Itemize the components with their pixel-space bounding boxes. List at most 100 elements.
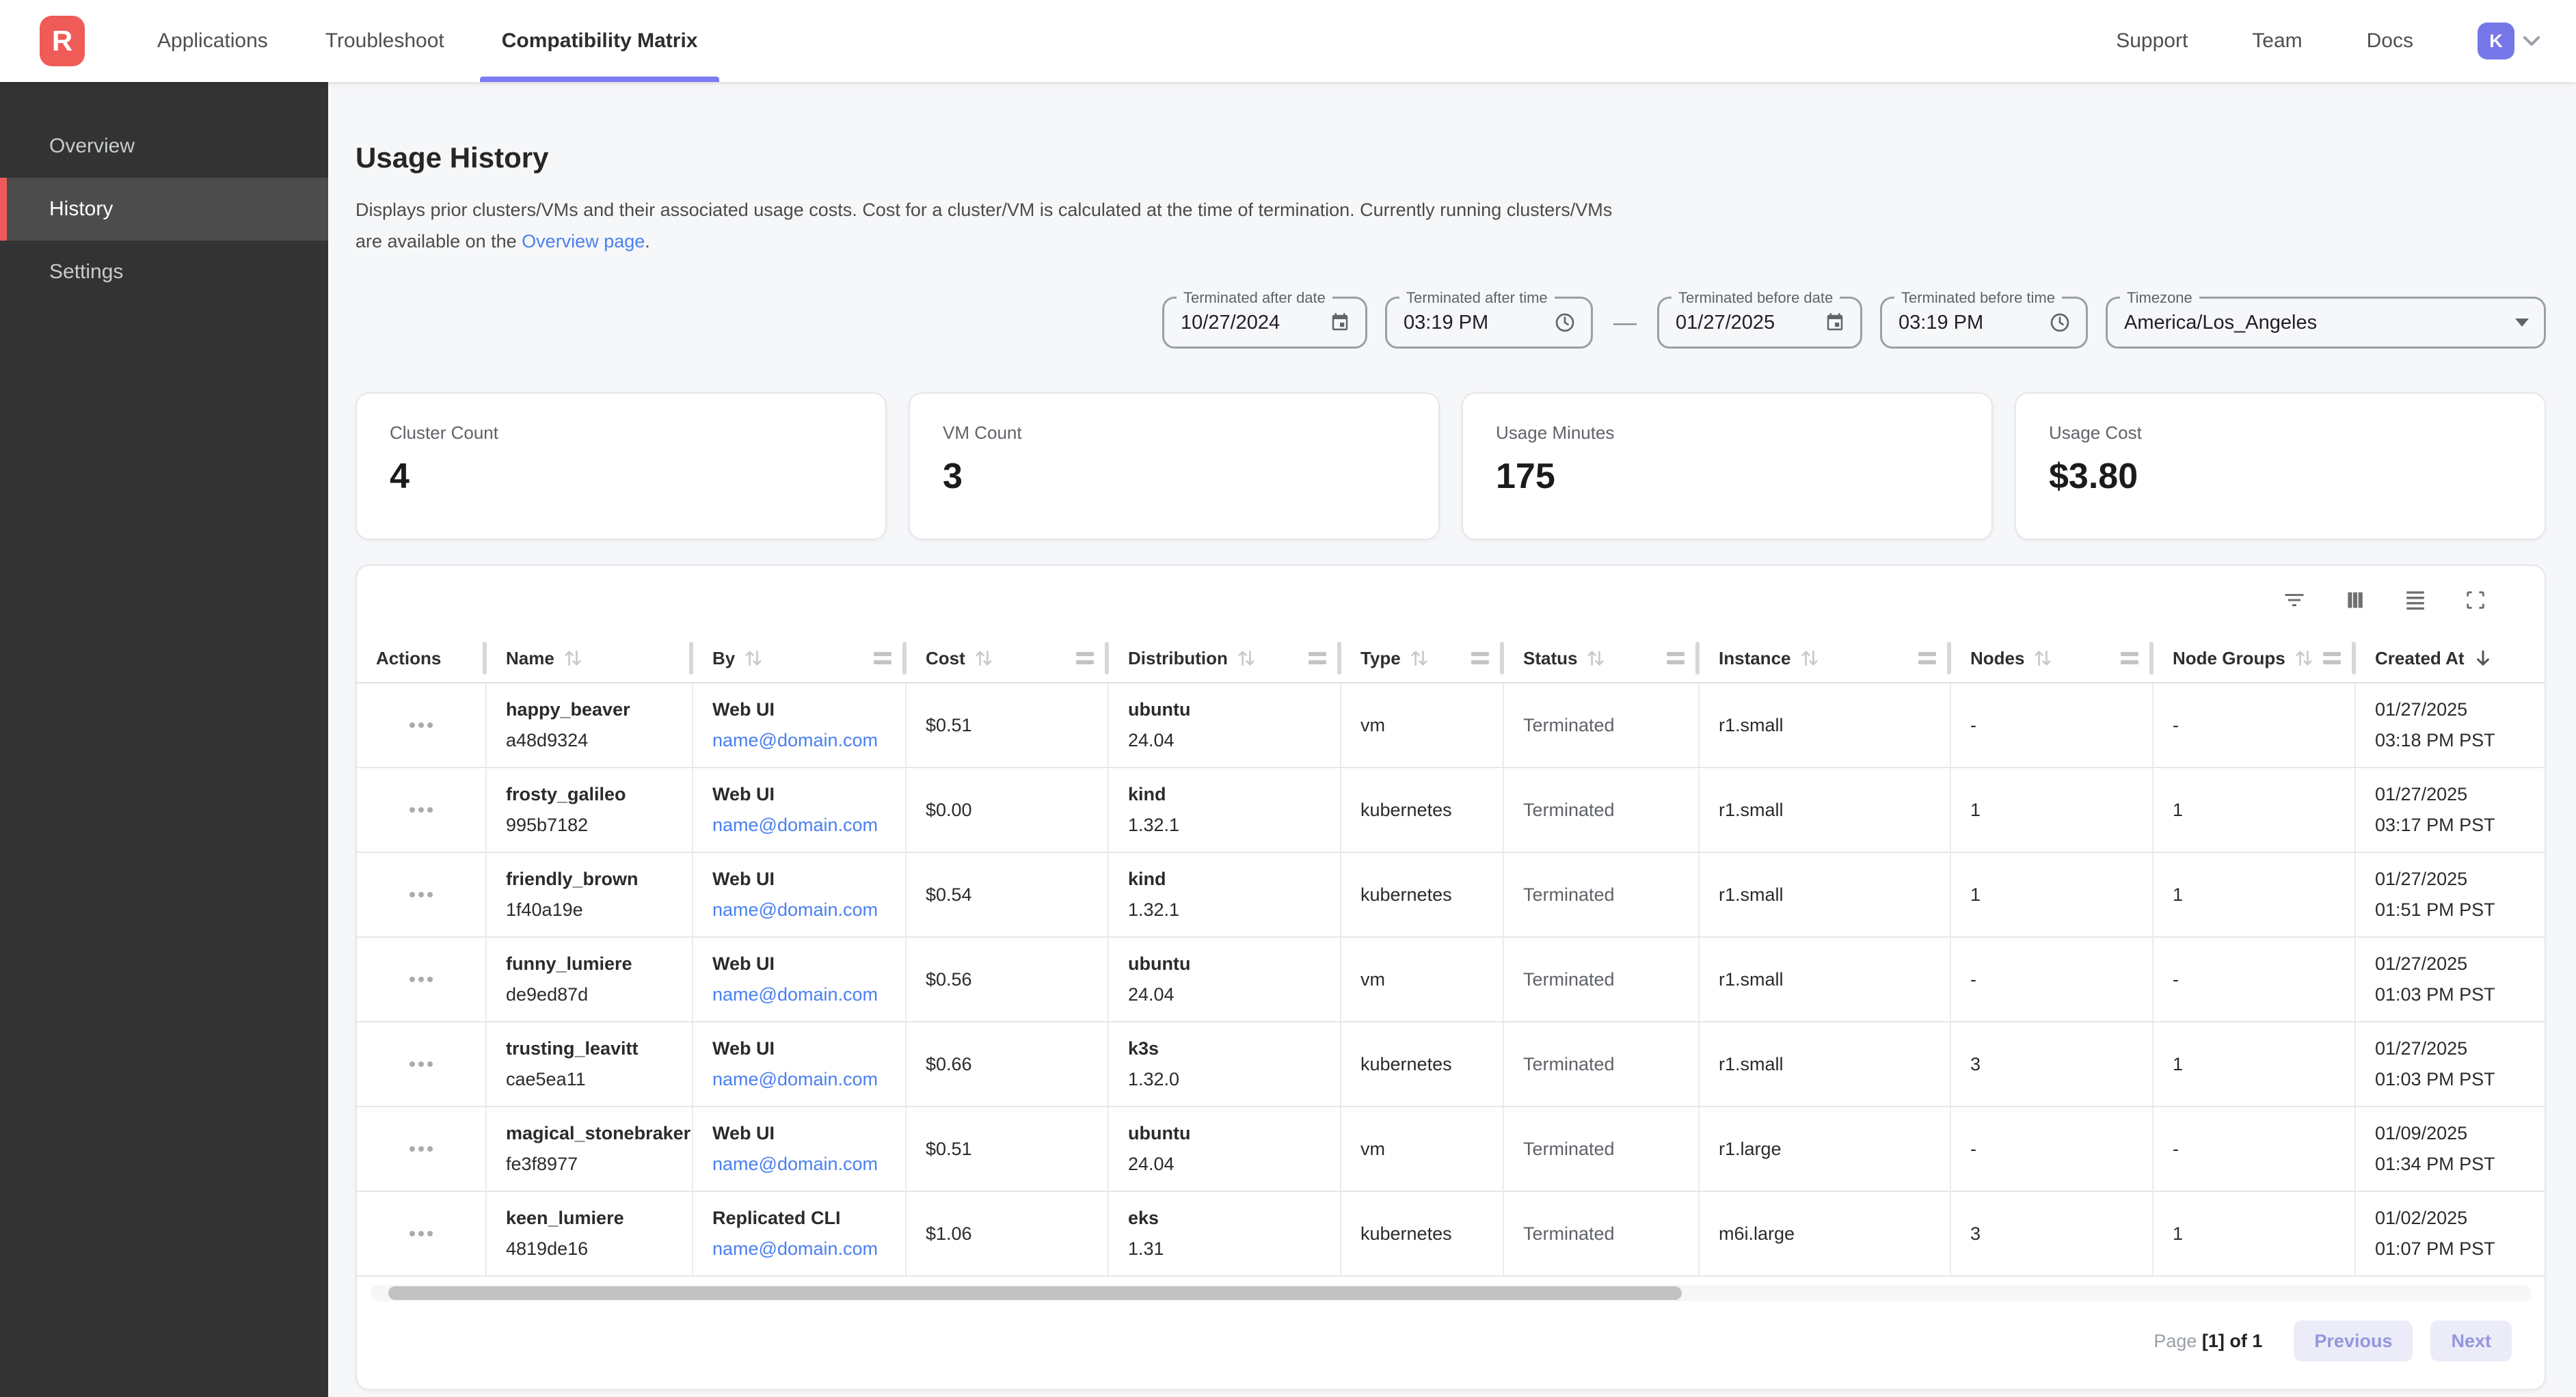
column-header-distribution[interactable]: Distribution	[1109, 634, 1341, 682]
row-by-email-link[interactable]: name@domain.com	[712, 1069, 894, 1090]
cell-name: magical_stonebrakerfe3f8977	[487, 1107, 693, 1191]
row-by-email-link[interactable]: name@domain.com	[712, 899, 894, 921]
table-row: trusting_leavittcae5ea11Web UIname@domai…	[357, 1022, 2545, 1107]
row-nodes: -	[1970, 1139, 2141, 1160]
row-by-email-link[interactable]: name@domain.com	[712, 1238, 894, 1260]
nav-link-support[interactable]: Support	[2116, 29, 2188, 53]
cell-cost: $1.06	[907, 1192, 1109, 1275]
column-menu-icon[interactable]	[1076, 652, 1094, 664]
filter-value: 01/27/2025	[1676, 312, 1814, 334]
cell-nodes: 3	[1951, 1022, 2154, 1106]
column-header-instance[interactable]: Instance	[1700, 634, 1951, 682]
row-node-groups: 1	[2173, 884, 2344, 906]
status-badge: Terminated	[1523, 715, 1687, 736]
chevron-down-icon[interactable]	[2523, 36, 2540, 46]
row-by-email-link[interactable]: name@domain.com	[712, 815, 894, 836]
cell-created-at: 01/27/202503:18 PM PST	[2356, 683, 2545, 767]
row-instance: r1.small	[1719, 1054, 1939, 1075]
cell-actions	[357, 768, 487, 852]
row-actions-button[interactable]	[401, 796, 441, 824]
row-distribution: k3s	[1128, 1038, 1329, 1059]
column-menu-icon[interactable]	[1309, 652, 1326, 664]
row-by-email-link[interactable]: name@domain.com	[712, 1154, 894, 1175]
column-header-name[interactable]: Name	[487, 634, 693, 682]
column-header-node-groups[interactable]: Node Groups	[2154, 634, 2356, 682]
column-header-cost[interactable]: Cost	[907, 634, 1109, 682]
next-page-button[interactable]: Next	[2430, 1320, 2512, 1361]
cell-nodes: -	[1951, 1107, 2154, 1191]
previous-page-button[interactable]: Previous	[2294, 1320, 2413, 1361]
row-type: kubernetes	[1360, 884, 1492, 906]
density-icon[interactable]	[2404, 588, 2427, 612]
sidebar-item-settings[interactable]: Settings	[0, 241, 328, 303]
row-name: funny_lumiere	[506, 953, 681, 975]
row-by-email-link[interactable]: name@domain.com	[712, 984, 894, 1005]
filter-timezone[interactable]: TimezoneAmerica/Los_Angeles	[2106, 297, 2546, 349]
cell-instance: r1.small	[1700, 768, 1951, 852]
column-header-status[interactable]: Status	[1504, 634, 1700, 682]
cell-name: keen_lumiere4819de16	[487, 1192, 693, 1275]
row-actions-button[interactable]	[401, 1135, 441, 1163]
filter-terminated-before-time[interactable]: Terminated before time03:19 PM	[1880, 297, 2088, 349]
sidebar-item-overview[interactable]: Overview	[0, 115, 328, 178]
filter-value: 10/27/2024	[1181, 312, 1319, 334]
row-distribution: eks	[1128, 1208, 1329, 1229]
cell-type: vm	[1341, 1107, 1504, 1191]
fullscreen-icon[interactable]	[2464, 588, 2487, 612]
stat-label: VM Count	[943, 422, 1406, 444]
overview-page-link[interactable]: Overview page	[522, 231, 645, 252]
column-header-nodes[interactable]: Nodes	[1951, 634, 2154, 682]
horizontal-scrollbar-thumb[interactable]	[388, 1286, 1682, 1300]
sidebar: OverviewHistorySettings	[0, 82, 328, 1397]
app-logo[interactable]: R	[40, 16, 85, 66]
filter-terminated-after-time[interactable]: Terminated after time03:19 PM	[1385, 297, 1593, 349]
filter-icon[interactable]	[2282, 588, 2307, 612]
row-version: 24.04	[1128, 1154, 1329, 1175]
row-distribution: kind	[1128, 869, 1329, 890]
column-header-created-at[interactable]: Created At	[2356, 634, 2545, 682]
stat-card-vm-count: VM Count3	[909, 392, 1440, 540]
row-cost: $0.51	[926, 1139, 1097, 1160]
row-actions-button[interactable]	[401, 966, 441, 993]
page-title: Usage History	[355, 141, 2546, 175]
filter-terminated-after-date[interactable]: Terminated after date10/27/2024	[1162, 297, 1367, 349]
user-menu[interactable]: K	[2478, 23, 2540, 59]
column-menu-icon[interactable]	[1918, 652, 1936, 664]
columns-icon[interactable]	[2344, 588, 2367, 612]
calendar-icon	[1330, 312, 1350, 334]
column-header-type[interactable]: Type	[1341, 634, 1504, 682]
row-actions-button[interactable]	[401, 711, 441, 739]
filter-terminated-before-date[interactable]: Terminated before date01/27/2025	[1657, 297, 1862, 349]
user-avatar[interactable]: K	[2478, 23, 2514, 59]
nav-link-docs[interactable]: Docs	[2367, 29, 2413, 53]
cell-created-at: 01/02/202501:07 PM PST	[2356, 1192, 2545, 1275]
sidebar-item-history[interactable]: History	[0, 178, 328, 241]
row-actions-button[interactable]	[401, 1220, 441, 1247]
nav-link-team[interactable]: Team	[2252, 29, 2302, 53]
row-instance: r1.small	[1719, 800, 1939, 821]
cell-status: Terminated	[1504, 683, 1700, 767]
cell-by: Web UI name@domain.com	[693, 1022, 907, 1106]
stat-label: Usage Cost	[2049, 422, 2512, 444]
sort-icon	[563, 649, 583, 668]
cell-cost: $0.51	[907, 1107, 1109, 1191]
row-actions-button[interactable]	[401, 881, 441, 908]
column-header-by[interactable]: By	[693, 634, 907, 682]
column-menu-icon[interactable]	[874, 652, 891, 664]
row-type: vm	[1360, 715, 1492, 736]
row-nodes: 1	[1970, 800, 2141, 821]
row-by: Web UI	[712, 1038, 894, 1059]
row-by: Web UI	[712, 869, 894, 890]
row-node-groups: -	[2173, 715, 2344, 736]
app-logo-letter: R	[52, 25, 72, 57]
nav-item-troubleshoot[interactable]: Troubleshoot	[297, 0, 473, 82]
column-menu-icon[interactable]	[1471, 652, 1489, 664]
column-menu-icon[interactable]	[1667, 652, 1685, 664]
row-by-email-link[interactable]: name@domain.com	[712, 730, 894, 751]
row-actions-button[interactable]	[401, 1050, 441, 1078]
column-menu-icon[interactable]	[2323, 652, 2341, 664]
table-row: funny_lumierede9ed87dWeb UIname@domain.c…	[357, 938, 2545, 1022]
nav-item-compatibility-matrix[interactable]: Compatibility Matrix	[473, 0, 727, 82]
column-menu-icon[interactable]	[2121, 652, 2138, 664]
nav-item-applications[interactable]: Applications	[129, 0, 297, 82]
